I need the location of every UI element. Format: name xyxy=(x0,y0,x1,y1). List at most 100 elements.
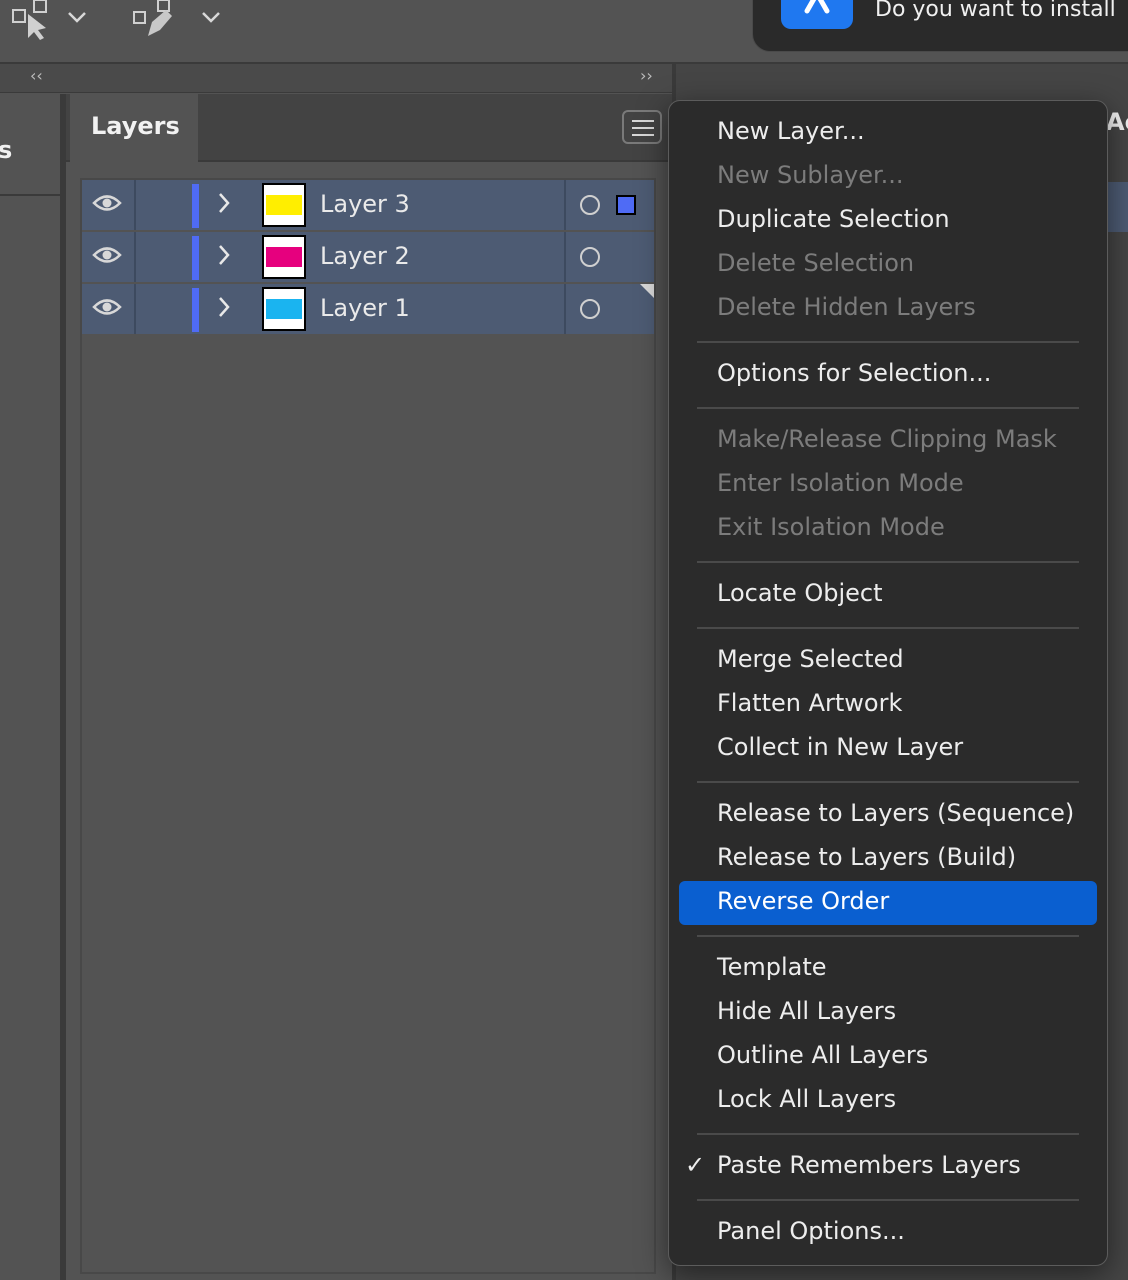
layer-thumbnail xyxy=(262,183,306,227)
selection-transform-icon[interactable] xyxy=(10,0,54,46)
layer-color-swatch xyxy=(266,299,302,319)
panel-tab-bar: Layers xyxy=(66,94,672,162)
layer-name[interactable]: Layer 2 xyxy=(320,242,410,270)
menu-item-label: Template xyxy=(717,953,827,981)
panel-menu-button[interactable] xyxy=(622,110,662,144)
layer-name[interactable]: Layer 1 xyxy=(320,294,410,322)
right-panel-tab-label[interactable]: Ac xyxy=(1106,108,1128,136)
tab-layers-label: Layers xyxy=(91,112,180,140)
menu-item-label: Hide All Layers xyxy=(717,997,897,1025)
left-panel-tab[interactable]: s xyxy=(0,94,60,196)
eye-icon[interactable] xyxy=(92,244,122,270)
menu-item-label: Release to Layers (Build) xyxy=(717,843,1017,871)
menu-item-reverse-order[interactable]: Reverse Order xyxy=(679,881,1097,925)
menu-item-make-release-clipping-mask: Make/Release Clipping Mask xyxy=(679,419,1097,463)
menu-separator xyxy=(697,341,1079,343)
chevron-right-icon[interactable] xyxy=(216,190,232,220)
selected-art-indicator[interactable] xyxy=(616,195,636,215)
menu-item-label: Outline All Layers xyxy=(717,1041,929,1069)
eye-icon[interactable] xyxy=(92,296,122,322)
menu-separator xyxy=(697,1133,1079,1135)
menu-item-label: Locate Object xyxy=(717,579,883,607)
menu-item-label: Release to Layers (Sequence) xyxy=(717,799,1075,827)
menu-item-template[interactable]: Template xyxy=(679,947,1097,991)
panel-collapse-strip: ‹‹ ›› xyxy=(0,64,676,93)
menu-item-outline-all-layers[interactable]: Outline All Layers xyxy=(679,1035,1097,1079)
menu-item-new-sublayer: New Sublayer... xyxy=(679,155,1097,199)
layer-thumbnail xyxy=(262,235,306,279)
checkmark-icon: ✓ xyxy=(685,1151,706,1179)
menu-separator xyxy=(697,407,1079,409)
target-circle-icon[interactable] xyxy=(580,195,600,215)
target-circle-icon[interactable] xyxy=(580,299,600,319)
menu-separator xyxy=(697,935,1079,937)
selection-color-bar xyxy=(192,184,199,228)
target-circle-icon[interactable] xyxy=(580,247,600,267)
layers-panel-menu: New Layer... New Sublayer... Duplicate Sel… xyxy=(668,100,1108,1266)
menu-item-release-to-layers-sequence[interactable]: Release to Layers (Sequence) xyxy=(679,793,1097,837)
menu-item-hide-all-layers[interactable]: Hide All Layers xyxy=(679,991,1097,1035)
chevron-right-icon[interactable] xyxy=(216,294,232,324)
menu-item-enter-isolation-mode: Enter Isolation Mode xyxy=(679,463,1097,507)
menu-item-new-layer[interactable]: New Layer... xyxy=(679,111,1097,155)
eye-icon[interactable] xyxy=(92,192,122,218)
notification-text: Do you want to install xyxy=(875,0,1116,22)
menu-item-delete-selection: Delete Selection xyxy=(679,243,1097,287)
selection-color-bar xyxy=(192,236,199,280)
collapse-left-icon[interactable]: ‹‹ xyxy=(30,66,43,85)
tab-layers[interactable]: Layers xyxy=(70,94,198,162)
menu-item-collect-in-new-layer[interactable]: Collect in New Layer xyxy=(679,727,1097,771)
notification-banner[interactable]: Do you want to install xyxy=(752,0,1128,52)
menu-item-label: Duplicate Selection xyxy=(717,205,950,233)
menu-item-release-to-layers-build[interactable]: Release to Layers (Build) xyxy=(679,837,1097,881)
chevron-down-icon[interactable] xyxy=(66,6,88,32)
menu-item-label: Delete Selection xyxy=(717,249,915,277)
chevron-down-icon[interactable] xyxy=(200,6,222,32)
resize-corner-icon xyxy=(640,284,654,298)
left-panel-tab-label: s xyxy=(0,136,13,164)
menu-item-label: Lock All Layers xyxy=(717,1085,897,1113)
menu-item-label: Delete Hidden Layers xyxy=(717,293,976,321)
menu-item-label: New Sublayer... xyxy=(717,161,904,189)
layers-list: Layer 3 Layer 2 Layer 1 xyxy=(80,178,656,1274)
menu-item-delete-hidden-layers: Delete Hidden Layers xyxy=(679,287,1097,331)
layers-panel: Layers Layer 3 Layer 2 Layer 1 xyxy=(66,94,672,1280)
menu-item-label: Flatten Artwork xyxy=(717,689,903,717)
selection-color-bar xyxy=(192,288,199,332)
menu-separator xyxy=(697,781,1079,783)
menu-item-options-for-selection[interactable]: Options for Selection... xyxy=(679,353,1097,397)
menu-item-flatten-artwork[interactable]: Flatten Artwork xyxy=(679,683,1097,727)
layer-thumbnail xyxy=(262,287,306,331)
menu-item-label: Enter Isolation Mode xyxy=(717,469,964,497)
menu-item-label: Panel Options... xyxy=(717,1217,905,1245)
menu-item-panel-options[interactable]: Panel Options... xyxy=(679,1211,1097,1255)
expand-right-icon[interactable]: ›› xyxy=(640,66,653,85)
menu-item-label: Options for Selection... xyxy=(717,359,992,387)
menu-separator xyxy=(697,627,1079,629)
menu-item-label: Paste Remembers Layers xyxy=(717,1151,1021,1179)
menu-separator xyxy=(697,1199,1079,1201)
layer-row[interactable]: Layer 3 xyxy=(82,180,654,230)
menu-item-label: Reverse Order xyxy=(717,887,890,915)
app-store-icon xyxy=(781,0,853,29)
layer-name[interactable]: Layer 3 xyxy=(320,190,410,218)
menu-item-label: Collect in New Layer xyxy=(717,733,964,761)
menu-item-label: Make/Release Clipping Mask xyxy=(717,425,1057,453)
layer-color-swatch xyxy=(266,247,302,267)
right-panel-row xyxy=(1108,182,1128,232)
menu-item-lock-all-layers[interactable]: Lock All Layers xyxy=(679,1079,1097,1123)
menu-item-merge-selected[interactable]: Merge Selected xyxy=(679,639,1097,683)
menu-item-label: New Layer... xyxy=(717,117,865,145)
menu-item-locate-object[interactable]: Locate Object xyxy=(679,573,1097,617)
menu-item-label: Exit Isolation Mode xyxy=(717,513,945,541)
menu-separator xyxy=(697,561,1079,563)
pen-transform-icon[interactable] xyxy=(132,0,176,46)
layer-row[interactable]: Layer 1 xyxy=(82,284,654,334)
layer-color-swatch xyxy=(266,195,302,215)
menu-item-paste-remembers-layers[interactable]: ✓ Paste Remembers Layers xyxy=(679,1145,1097,1189)
chevron-right-icon[interactable] xyxy=(216,242,232,272)
layer-row[interactable]: Layer 2 xyxy=(82,232,654,282)
menu-item-label: Merge Selected xyxy=(717,645,904,673)
menu-item-exit-isolation-mode: Exit Isolation Mode xyxy=(679,507,1097,551)
menu-item-duplicate-selection[interactable]: Duplicate Selection xyxy=(679,199,1097,243)
